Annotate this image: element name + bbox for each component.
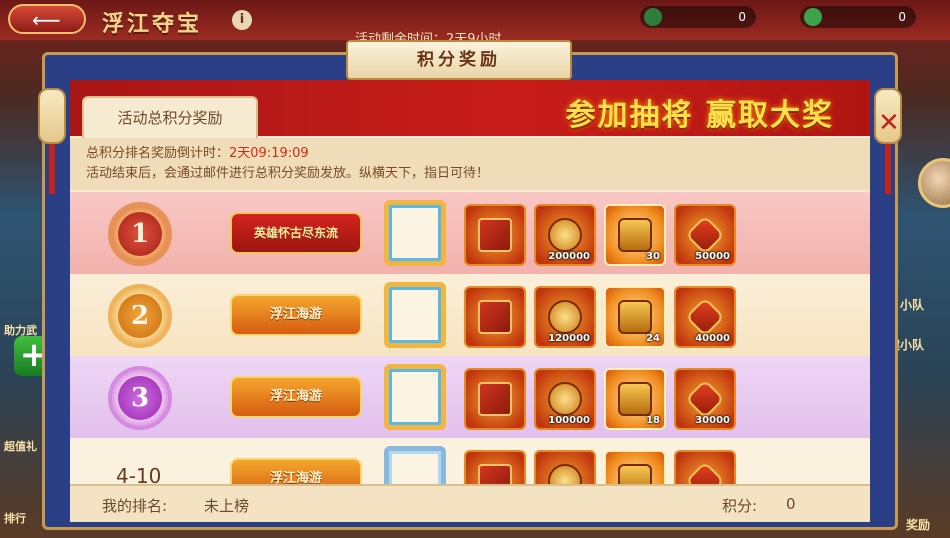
- my-rank-footer: 我的排名: 未上榜 积分: 0: [70, 484, 870, 522]
- item-count: 200000: [548, 251, 590, 262]
- rank-number: 3: [118, 376, 162, 420]
- avatar-frame-icon[interactable]: [384, 364, 446, 430]
- notice-box: 总积分排名奖励倒计时：2天09:19:09 活动结束后，会通过邮件进行总积分奖励…: [70, 138, 870, 190]
- info-icon[interactable]: i: [232, 10, 252, 30]
- resource-value: 0: [738, 10, 746, 24]
- item-count: 18: [646, 415, 660, 426]
- red-gem-icon[interactable]: 30000: [674, 368, 736, 430]
- red-card-pack-icon[interactable]: [464, 286, 526, 348]
- side-label: 奖励: [906, 518, 931, 532]
- my-rank-value: 未上榜: [204, 497, 250, 515]
- title-badge[interactable]: 英雄怀古尽东流: [230, 212, 362, 254]
- rank-1-medal-icon: 1: [108, 202, 172, 266]
- avatar-frame-icon[interactable]: [384, 200, 446, 266]
- red-card-pack-icon[interactable]: [464, 204, 526, 266]
- score-label: 积分:: [722, 497, 758, 515]
- tassel-decoration: [49, 144, 55, 194]
- avatar-frame-icon[interactable]: [384, 282, 446, 348]
- gold-coin-icon[interactable]: 100000: [534, 368, 596, 430]
- resource-icon: [804, 8, 822, 26]
- rank-2-medal-icon: 2: [108, 284, 172, 348]
- item-count: 24: [646, 333, 660, 344]
- item-count: 120000: [548, 333, 590, 344]
- countdown-value: 2天09:19:09: [229, 146, 309, 161]
- close-icon[interactable]: ✕: [878, 108, 900, 138]
- side-label: 小队: [900, 298, 925, 312]
- title-badge[interactable]: 浮江海游: [230, 294, 362, 336]
- item-count: 30000: [695, 415, 730, 426]
- banner-text: 参加抽将 赢取大奖: [565, 98, 834, 133]
- rewards-panel: 参加抽将 赢取大奖 活动总积分奖励 总积分排名奖励倒计时：2天09:19:09 …: [70, 80, 870, 520]
- item-count: 100000: [548, 415, 590, 426]
- title-badge[interactable]: 浮江海游: [230, 376, 362, 418]
- red-gem-icon[interactable]: 50000: [674, 204, 736, 266]
- gold-coin-icon[interactable]: 120000: [534, 286, 596, 348]
- treasure-chest-icon[interactable]: 30: [604, 204, 666, 266]
- rank-number: 2: [118, 294, 162, 338]
- notice-text: 活动结束后，会通过邮件进行总积分奖励发放。纵横天下，指日可待！: [86, 166, 490, 181]
- event-title: 浮江夺宝: [102, 11, 203, 37]
- side-label: 超值礼: [4, 440, 37, 453]
- tab-total-score-rewards[interactable]: 活动总积分奖励: [82, 96, 258, 138]
- rank-number: 1: [118, 212, 162, 256]
- modal-title: 积分奖励: [346, 40, 572, 80]
- resource-counter-2: 0: [800, 6, 916, 28]
- resource-counter-1: 0: [640, 6, 756, 28]
- treasure-chest-icon[interactable]: 18: [604, 368, 666, 430]
- back-button[interactable]: ⟵: [8, 4, 86, 34]
- red-gem-icon[interactable]: 40000: [674, 286, 736, 348]
- resource-icon: [644, 8, 662, 26]
- gold-coin-icon[interactable]: 200000: [534, 204, 596, 266]
- reward-row: 3 浮江海游 100000 18 30000: [70, 356, 870, 438]
- item-count: 50000: [695, 251, 730, 262]
- red-card-pack-icon[interactable]: [464, 368, 526, 430]
- side-label: 排行: [4, 512, 26, 525]
- my-rank-label: 我的排名:: [102, 497, 168, 515]
- back-arrow-icon: ⟵: [32, 8, 61, 32]
- reward-row: 2 浮江海游 120000 24 40000: [70, 274, 870, 356]
- countdown-label: 总积分排名奖励倒计时：: [86, 146, 230, 161]
- treasure-chest-icon[interactable]: 24: [604, 286, 666, 348]
- reward-row: 1 英雄怀古尽东流 200000 30 50000: [70, 192, 870, 274]
- countdown-line: 总积分排名奖励倒计时：2天09:19:09: [86, 144, 854, 164]
- lantern-icon: [38, 88, 66, 144]
- score-value: 0: [786, 495, 796, 513]
- rank-3-medal-icon: 3: [108, 366, 172, 430]
- item-count: 40000: [695, 333, 730, 344]
- resource-value: 0: [898, 10, 906, 24]
- item-count: 30: [646, 251, 660, 262]
